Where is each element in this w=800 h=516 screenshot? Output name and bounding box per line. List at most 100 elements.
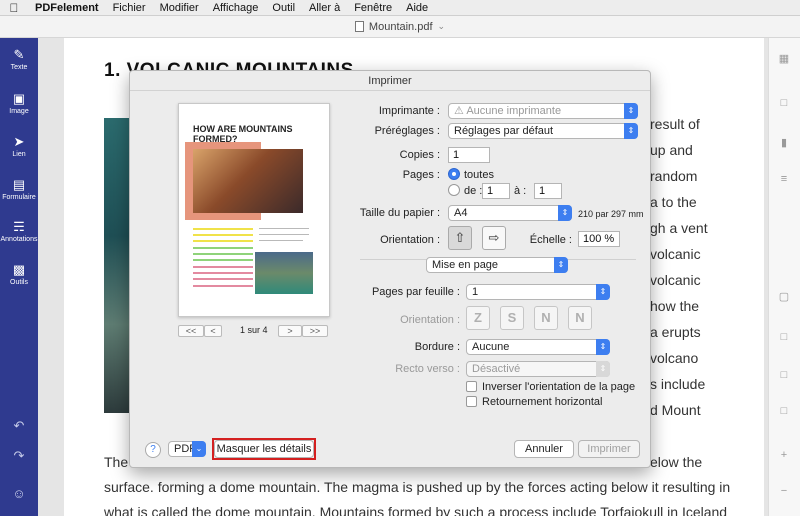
document-text-fragment: d Mount <box>650 402 701 418</box>
tools-icon: ▩ <box>12 262 26 277</box>
layout-n-button[interactable]: N <box>534 306 558 330</box>
sidebar-item-outils[interactable]: ▩ Outils <box>0 262 38 287</box>
sidebar-item-formulaire[interactable]: ▤ Formulaire <box>0 177 38 202</box>
left-toolbar: ✎ Texte ▣ Image ➤ Lien ▤ Formulaire ☴ An… <box>0 38 38 516</box>
preview-first-button[interactable]: << <box>178 325 204 337</box>
preview-highlight <box>193 266 253 268</box>
zoom-in-icon[interactable]: + <box>777 448 791 462</box>
document-text-fragment: elow the <box>650 454 703 470</box>
pages-to-label: à : <box>514 185 527 197</box>
menu-app-name[interactable]: PDFelement <box>28 2 106 14</box>
warning-icon: ⚠ <box>454 105 467 117</box>
menu-aller-a[interactable]: Aller à <box>302 2 347 14</box>
apple-icon[interactable]:  <box>0 1 28 15</box>
list-icon[interactable]: ≡ <box>777 172 791 186</box>
portrait-orientation-button[interactable]: ⇧ <box>448 226 472 250</box>
menu-outil[interactable]: Outil <box>265 2 302 14</box>
menubar:  PDFelement Fichier Modifier Affichage … <box>0 0 800 16</box>
form-icon: ▤ <box>12 177 26 192</box>
document-text-fragment: The <box>104 454 129 470</box>
orientation-label: Orientation : <box>380 234 440 246</box>
sidebar-item-image[interactable]: ▣ Image <box>0 91 38 116</box>
chevron-updown-icon: ⇕ <box>624 103 638 119</box>
sidebar-item-annotations[interactable]: ☴ Annotations <box>0 220 38 244</box>
chevron-updown-icon: ⇕ <box>596 284 610 300</box>
layout-s-button[interactable]: S <box>500 306 524 330</box>
reverse-orientation-checkbox[interactable] <box>466 381 477 392</box>
printer-select[interactable]: ⚠ Aucune imprimante ⇕ <box>448 103 638 119</box>
document-text-fragment: result of <box>650 116 700 132</box>
document-text-fragment: up and <box>650 142 693 158</box>
copies-field[interactable]: 1 <box>448 147 490 163</box>
thumbnails-icon[interactable]: ▦ <box>777 52 791 66</box>
paper-size-select[interactable]: A4 ⇕ <box>448 205 572 221</box>
layout-n-reverse-button[interactable]: N <box>568 306 592 330</box>
print-dialog: Imprimer HOW ARE MOUNTAINS FORMED? << < … <box>129 70 651 468</box>
preview-highlight <box>193 285 253 287</box>
menu-aide[interactable]: Aide <box>399 2 435 14</box>
cancel-button[interactable]: Annuler <box>514 440 574 458</box>
preview-highlight <box>193 278 253 280</box>
document-text-fragment: how the <box>650 298 700 314</box>
insert-icon[interactable]: □ <box>777 368 791 382</box>
menu-affichage[interactable]: Affichage <box>206 2 266 14</box>
pages-to-field[interactable]: 1 <box>534 183 562 199</box>
preview-next-button[interactable]: > <box>278 325 302 337</box>
scale-label: Échelle : <box>529 234 572 246</box>
user-icon[interactable]: ☺ <box>0 486 38 501</box>
menu-modifier[interactable]: Modifier <box>153 2 206 14</box>
printer-label: Imprimante : <box>378 105 440 117</box>
document-text-fragment: a to the <box>650 194 697 210</box>
paper-size-label: Taille du papier : <box>359 207 440 219</box>
image-icon: ▣ <box>12 91 26 106</box>
section-select[interactable]: Mise en page ⇕ <box>426 257 568 273</box>
replace-icon[interactable]: □ <box>777 404 791 418</box>
pages-from-field[interactable]: 1 <box>482 183 510 199</box>
menu-fenetre[interactable]: Fenêtre <box>347 2 399 14</box>
zoom-out-icon[interactable]: − <box>777 484 791 498</box>
sidebar-item-lien[interactable]: ➤ Lien <box>0 134 38 159</box>
page-icon[interactable]: □ <box>777 96 791 110</box>
print-button[interactable]: Imprimer <box>578 440 640 458</box>
preview-text-line <box>259 240 303 241</box>
print-preview: HOW ARE MOUNTAINS FORMED? <box>178 103 330 317</box>
border-select[interactable]: Aucune ⇕ <box>466 339 610 355</box>
link-icon: ➤ <box>13 134 25 149</box>
redo-icon[interactable]: ↷ <box>0 448 38 464</box>
help-button[interactable]: ? <box>145 442 161 458</box>
document-text-fragment: volcanic <box>650 272 701 288</box>
duplex-select[interactable]: Désactivé ⇕ <box>466 361 610 377</box>
sidebar-item-label: Formulaire <box>2 194 36 201</box>
horizontal-flip-checkbox[interactable] <box>466 396 477 407</box>
preview-image-lake <box>255 252 313 294</box>
border-label: Bordure : <box>414 341 460 353</box>
presets-select[interactable]: Réglages par défaut ⇕ <box>448 123 638 139</box>
pdf-menu-button[interactable]: PDF ⌄ <box>168 441 206 457</box>
landscape-orientation-button[interactable]: ⇨ <box>482 226 506 250</box>
window-title[interactable]: Mountain.pdf <box>369 21 433 33</box>
menu-fichier[interactable]: Fichier <box>106 2 153 14</box>
preview-last-button[interactable]: >> <box>302 325 328 337</box>
pages-per-sheet-select[interactable]: 1 ⇕ <box>466 284 610 300</box>
extract-icon[interactable]: □ <box>777 330 791 344</box>
bookmark-icon[interactable]: ▮ <box>777 136 791 150</box>
pages-per-sheet-label: Pages par feuille : <box>371 286 460 298</box>
highlight-box <box>212 438 316 460</box>
chevron-down-icon[interactable]: ⌄ <box>438 21 446 32</box>
scale-field[interactable]: 100 % <box>578 231 620 247</box>
preview-highlight <box>193 228 253 230</box>
pages-range-radio[interactable] <box>448 184 460 196</box>
window-titlebar: Mountain.pdf ⌄ <box>0 16 800 38</box>
pages-all-radio[interactable] <box>448 168 460 180</box>
sidebar-item-label: Outils <box>10 279 28 286</box>
crop-icon[interactable]: ▢ <box>777 290 791 304</box>
chevron-down-icon: ⌄ <box>192 441 206 457</box>
chevron-updown-icon: ⇕ <box>554 257 568 273</box>
preview-title: HOW ARE MOUNTAINS FORMED? <box>193 124 293 144</box>
layout-z-button[interactable]: Z <box>466 306 490 330</box>
undo-icon[interactable]: ↶ <box>0 418 38 434</box>
sidebar-item-texte[interactable]: ✎ Texte <box>0 48 38 72</box>
preview-prev-button[interactable]: < <box>204 325 222 337</box>
document-text-fragment: gh a vent <box>650 220 708 236</box>
document-icon <box>354 21 364 32</box>
